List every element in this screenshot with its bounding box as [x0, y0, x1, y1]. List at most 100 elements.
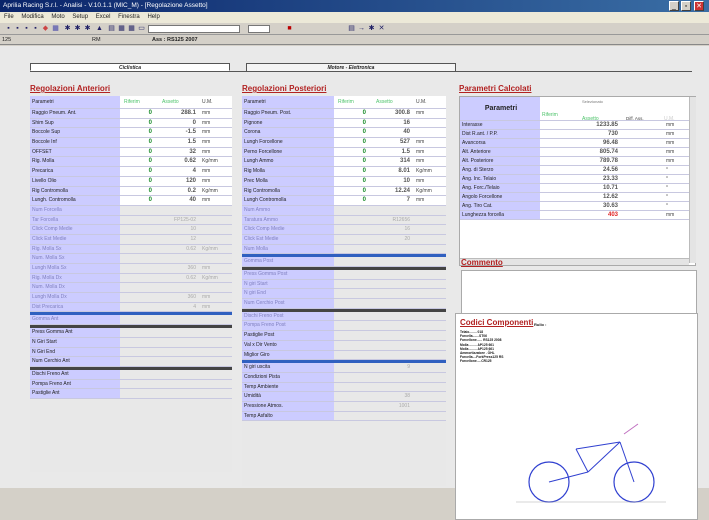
param-row-prec-molla[interactable]: Prec Molla 0 10 mm — [242, 176, 446, 187]
param-row-n-giri-uscita[interactable]: N giri uscita 9 — [242, 363, 446, 373]
param-row-click-est-medie[interactable]: Click Est Medie 12 — [30, 234, 232, 245]
riferim-value[interactable] — [122, 389, 152, 398]
riferim-value[interactable] — [336, 392, 366, 401]
assetto-value[interactable]: 16 — [372, 225, 410, 234]
chart-icon[interactable]: ◆ — [42, 25, 49, 32]
assetto-value[interactable]: 527 — [372, 138, 410, 147]
param-row-taratura-ammo[interactable]: Taratura Ammo R12656 — [242, 215, 446, 226]
assetto-value[interactable]: 9 — [372, 363, 410, 372]
new-icon[interactable]: ▪ — [5, 25, 12, 32]
riferim-value[interactable]: 0 — [122, 138, 152, 147]
assetto-value[interactable] — [372, 289, 410, 298]
assetto-value[interactable]: 0.62 — [158, 157, 196, 166]
riferim-value[interactable] — [336, 351, 366, 360]
riferim-value[interactable] — [122, 338, 152, 347]
assetto-value[interactable] — [372, 412, 410, 421]
riferim-value[interactable]: 0 — [336, 177, 366, 186]
assetto-value[interactable] — [372, 257, 410, 266]
assetto-value[interactable] — [158, 348, 196, 357]
menu-setup[interactable]: Setup — [72, 14, 88, 20]
riferim-value[interactable]: 0 — [122, 109, 152, 118]
param-row-click-comp-medie[interactable]: Click Comp Medie 10 — [30, 225, 232, 235]
param-row-temp-ambiente[interactable]: Temp Ambiente — [242, 382, 446, 393]
menu-modifica[interactable]: Modifica — [21, 14, 43, 20]
calc-row-angolo-forcellone[interactable]: Angolo Forcellone 12.62 ° — [460, 193, 695, 202]
assetto-value[interactable] — [158, 338, 196, 347]
assetto-value[interactable]: 4 — [158, 167, 196, 176]
riferim-value[interactable] — [122, 380, 152, 389]
riferim-value[interactable] — [336, 373, 366, 382]
menu-moto[interactable]: Moto — [51, 14, 64, 20]
assetto-value[interactable] — [158, 283, 196, 292]
param-row-gomma-ant[interactable]: Gomma Ant — [30, 315, 232, 326]
riferim-value[interactable] — [122, 370, 152, 379]
param-row-gomma-post[interactable]: Gomma Post — [242, 257, 446, 267]
riferim-value[interactable] — [336, 299, 366, 308]
menu-file[interactable]: File — [4, 14, 14, 20]
param-row-click-comp-medie[interactable]: Click Comp Medie 16 — [242, 225, 446, 235]
assetto-value[interactable] — [158, 389, 196, 398]
table-icon[interactable]: ▦ — [52, 25, 59, 32]
riferim-value[interactable] — [122, 274, 152, 283]
assetto-value[interactable]: 120 — [158, 177, 196, 186]
menu-excel[interactable]: Excel — [96, 14, 111, 20]
riferim-value[interactable]: 0 — [336, 119, 366, 128]
calc-row-ang-forc-telaio[interactable]: Ang. Forc./Telaio 10.71 ° — [460, 184, 695, 193]
assetto-value[interactable] — [372, 299, 410, 308]
riferim-value[interactable] — [122, 206, 152, 215]
assetto-value[interactable]: 40 — [372, 128, 410, 137]
param-row-precarica[interactable]: Precarica 0 4 mm — [30, 167, 232, 177]
riferim-value[interactable]: 0 — [122, 148, 152, 157]
assetto-value[interactable]: 0.62 — [158, 274, 196, 283]
riferim-value[interactable] — [336, 270, 366, 279]
riferim-value[interactable]: 0 — [122, 187, 152, 196]
param-row-rig-contromolla[interactable]: Rig Contromolla 0 12.24 Kg/mm — [242, 186, 446, 197]
assetto-value[interactable]: 16 — [372, 119, 410, 128]
assetto-value[interactable]: 300.8 — [372, 109, 410, 118]
assetto-value[interactable] — [158, 206, 196, 215]
riferim-value[interactable] — [122, 254, 152, 263]
save-icon[interactable]: ▪ — [23, 25, 30, 32]
assetto-value[interactable]: 12 — [158, 235, 196, 244]
assetto-value[interactable]: 0.2 — [158, 187, 196, 196]
param-row-press-gomma-ant[interactable]: Press Gomma Ant — [30, 328, 232, 338]
param-row-livello-olio[interactable]: Livello Olio 0 120 mm — [30, 176, 232, 187]
param-row-pompa-freno-ant[interactable]: Pompa Freno Ant — [30, 379, 232, 390]
assetto-value[interactable]: 7 — [372, 196, 410, 205]
calc-row-alt-anteriore[interactable]: Alt. Anteriore 805.74 mm — [460, 148, 695, 157]
riferim-value[interactable] — [336, 245, 366, 254]
param-row-lungh-molla-dx[interactable]: Lungh Molla Dx 360 mm — [30, 293, 232, 303]
calc-row-ang-tiro-cat[interactable]: Ang. Tiro Cat. 30.63 ° — [460, 202, 695, 211]
assetto-value[interactable] — [372, 206, 410, 215]
param-row-perno-forcellone[interactable]: Perno Forcellone 0 1.5 mm — [242, 147, 446, 158]
assetto-value[interactable] — [372, 331, 410, 340]
param-row-temp-asfalto[interactable]: Temp Asfalto — [242, 411, 446, 422]
tool-icon[interactable]: ✱ — [64, 25, 71, 32]
assetto-value[interactable]: 20 — [372, 235, 410, 244]
param-row-offset[interactable]: OFFSET 0 32 mm — [30, 147, 232, 158]
riferim-value[interactable] — [336, 225, 366, 234]
param-row-pressione-atmos[interactable]: Pressione Atmos. 1001 — [242, 401, 446, 412]
report-icon[interactable]: ▦ — [128, 25, 135, 32]
assetto-value[interactable] — [372, 351, 410, 360]
assetto-value[interactable] — [372, 383, 410, 392]
tab-motore-elettronica[interactable]: Motore - Elettronica — [246, 63, 456, 71]
cancel-icon[interactable]: ✕ — [378, 25, 385, 32]
riferim-value[interactable] — [336, 280, 366, 289]
minimize-button[interactable]: _ — [669, 1, 679, 11]
print-icon[interactable]: ▪ — [32, 25, 39, 32]
param-row-pastiglie-ant[interactable]: Pastiglie Ant — [30, 389, 232, 399]
param-row-n-giri-end[interactable]: N giri End — [242, 289, 446, 300]
open-icon[interactable]: ▪ — [14, 25, 21, 32]
param-row-num-cerchio-ant[interactable]: Num Cerchio Ant — [30, 357, 232, 367]
tab-ciclistica[interactable]: Ciclistica — [30, 63, 230, 71]
assetto-value[interactable] — [372, 280, 410, 289]
assetto-value[interactable] — [158, 370, 196, 379]
param-row-miglior-giro[interactable]: Miglior Giro — [242, 350, 446, 361]
riferim-value[interactable]: 0 — [122, 128, 152, 137]
assetto-value[interactable]: 32 — [158, 148, 196, 157]
assetto-value[interactable]: 1.5 — [372, 148, 410, 157]
calc-row-avancorsa[interactable]: Avancorsa 96.48 mm — [460, 139, 695, 148]
riferim-value[interactable] — [336, 289, 366, 298]
riferim-value[interactable]: 0 — [336, 138, 366, 147]
